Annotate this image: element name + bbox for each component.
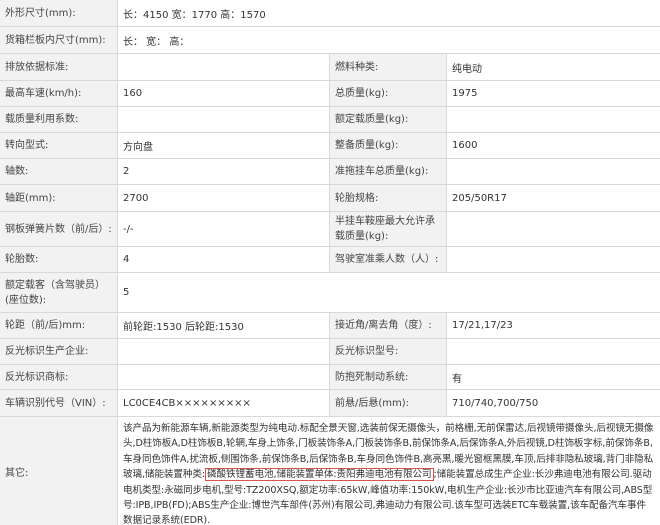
field-label: 最高车速(km/h): [0,81,118,106]
spec-row: 载质量利用系数: 额定载质量(kg): [0,107,660,133]
field-label: 前悬/后悬(mm): [330,390,447,416]
field-label: 接近角/离去角（度）: [330,313,447,338]
spec-row: 轮胎数: 4 驾驶室准乘人数（人）: [0,247,660,273]
field-value: 方向盘 [118,133,330,158]
field-label: 反光标识商标: [0,365,118,389]
field-label: 驾驶室准乘人数（人）: [330,247,447,272]
field-label: 排放依据标准: [0,54,118,80]
spec-row: 转向型式: 方向盘 整备质量(kg): 1600 [0,133,660,159]
field-value: 710/740,700/750 [447,390,660,416]
field-label: 载质量利用系数: [0,107,118,132]
vehicle-spec-table: 外形尺寸(mm): 长：4150 宽：1770 高：1570 货箱栏板内尺寸(mm)… [0,0,660,525]
field-label: 反光标识生产企业: [0,339,118,364]
field-value: 纯电动 [447,54,660,80]
field-value: 1600 [447,133,660,158]
field-label: 轴距(mm): [0,185,118,211]
field-label: 钢板弹簧片数（前/后）: [0,212,118,246]
spec-row: 反光标识商标: 防抱死制动系统: 有 [0,365,660,390]
field-label: 准拖挂车总质量(kg): [330,159,447,184]
field-value: 长：4150 宽：1770 高：1570 [118,0,660,26]
field-value [447,159,660,184]
field-label: 总质量(kg): [330,81,447,106]
notes-paragraph: 该产品为新能源车辆,新能源类型为纯电动.标配全景天窗,选装前保无摄像头，前格栅,… [123,421,655,525]
spec-row: 最高车速(km/h): 160 总质量(kg): 1975 [0,81,660,107]
spec-row: 货箱栏板内尺寸(mm): 长： 宽： 高： [0,27,660,54]
spec-row: 钢板弹簧片数（前/后）: -/- 半挂车鞍座最大允许承载质量(kg): [0,212,660,247]
field-label: 整备质量(kg): [330,133,447,158]
spec-row: 额定载客（含驾驶员）(座位数): 5 [0,273,660,313]
field-label: 轮胎规格: [330,185,447,211]
field-value: 2 [118,159,330,184]
spec-row: 车辆识别代号（VIN）: LC0CE4CB××××××××× 前悬/后悬(mm): 7… [0,390,660,417]
spec-row: 轴距(mm): 2700 轮胎规格: 205/50R17 [0,185,660,212]
field-value: 2700 [118,185,330,211]
field-label: 燃料种类: [330,54,447,80]
spec-row: 轮距（前/后)mm: 前轮距:1530 后轮距:1530 接近角/离去角（度）: 17… [0,313,660,339]
field-label: 外形尺寸(mm): [0,0,118,26]
field-label: 车辆识别代号（VIN）: [0,390,118,416]
field-value: LC0CE4CB××××××××× [118,390,330,416]
field-value: 长： 宽： 高： [118,27,660,53]
field-value [118,365,330,389]
field-label: 轮距（前/后)mm: [0,313,118,338]
spec-row: 轴数: 2 准拖挂车总质量(kg): [0,159,660,185]
field-value [447,107,660,132]
field-value [118,339,330,364]
spec-row: 排放依据标准: 燃料种类: 纯电动 [0,54,660,81]
field-value [447,339,660,364]
field-label: 反光标识型号: [330,339,447,364]
field-value: 前轮距:1530 后轮距:1530 [118,313,330,338]
field-label: 转向型式: [0,133,118,158]
field-value: 205/50R17 [447,185,660,211]
field-label: 防抱死制动系统: [330,365,447,389]
field-value: 4 [118,247,330,272]
field-value [118,107,330,132]
field-label: 额定载质量(kg): [330,107,447,132]
field-label: 货箱栏板内尺寸(mm): [0,27,118,53]
field-value: 160 [118,81,330,106]
spec-row: 反光标识生产企业: 反光标识型号: [0,339,660,365]
field-label: 其它: [0,417,118,525]
highlighted-battery-info: 磷酸铁锂蓄电池,储能装置单体:贵阳弗迪电池有限公司 [205,468,434,482]
field-label: 轮胎数: [0,247,118,272]
field-value: 有 [447,365,660,389]
field-label: 轴数: [0,159,118,184]
field-value: 5 [118,273,660,312]
other-notes-row: 其它: 该产品为新能源车辆,新能源类型为纯电动.标配全景天窗,选装前保无摄像头，前… [0,417,660,525]
field-value: 1975 [447,81,660,106]
field-value: 17/21,17/23 [447,313,660,338]
field-value: -/- [118,212,330,246]
other-notes-text: 该产品为新能源车辆,新能源类型为纯电动.标配全景天窗,选装前保无摄像头，前格栅,… [118,417,660,525]
field-label: 半挂车鞍座最大允许承载质量(kg): [330,212,447,246]
spec-row: 外形尺寸(mm): 长：4150 宽：1770 高：1570 [0,0,660,27]
field-label: 额定载客（含驾驶员）(座位数): [0,273,118,312]
field-value [118,54,330,80]
field-value [447,212,660,246]
field-value [447,247,660,272]
